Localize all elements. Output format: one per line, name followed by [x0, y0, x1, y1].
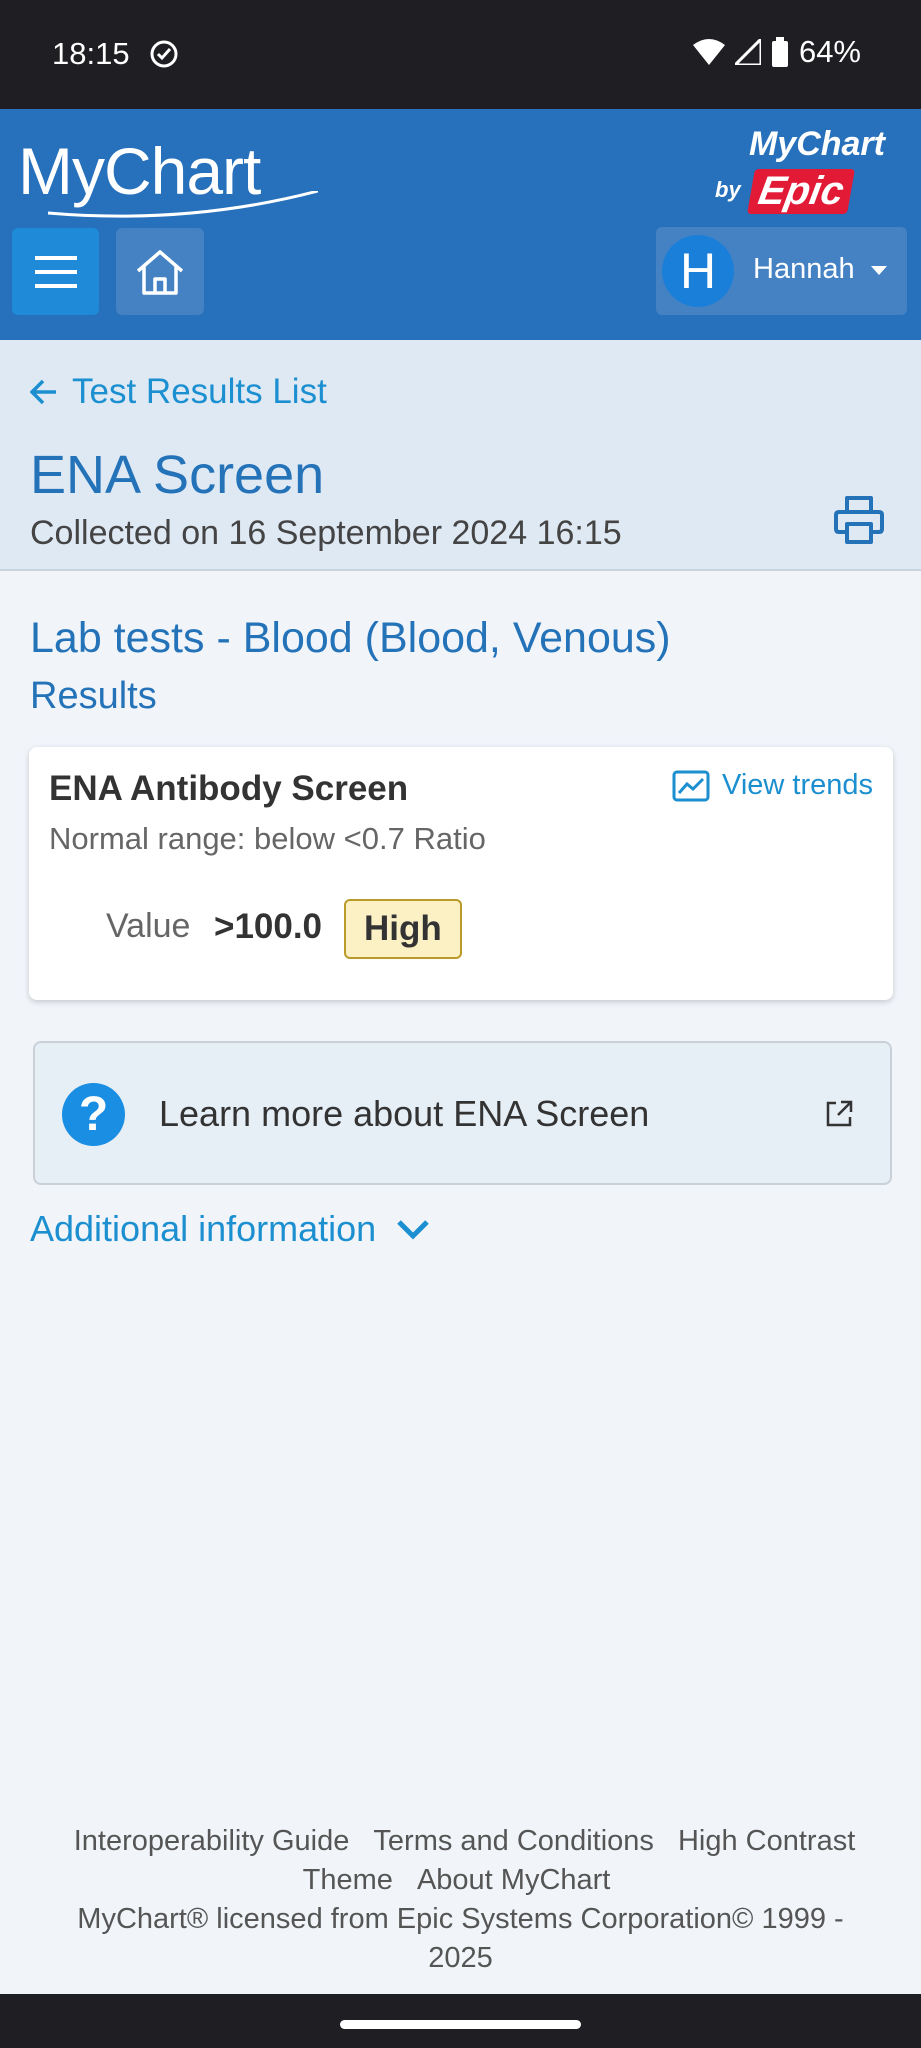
signal-icon — [734, 39, 761, 65]
footer-link-terms[interactable]: Terms and Conditions — [373, 1825, 653, 1857]
trend-chart-icon — [672, 770, 710, 801]
back-link[interactable]: Test Results List — [30, 372, 327, 412]
home-gesture-bar[interactable] — [340, 2020, 581, 2029]
license-text: MyChart® licensed from Epic Systems Corp… — [77, 1903, 844, 1974]
app-header: MyChart MyChart by Epic H Hannah — [0, 109, 921, 340]
footer-links: Interoperability Guide Terms and Conditi… — [60, 1822, 861, 1900]
learn-more-label: Learn more about ENA Screen — [159, 1093, 650, 1134]
footer: Interoperability Guide Terms and Conditi… — [60, 1822, 861, 1978]
status-badge: High — [344, 899, 462, 959]
result-value: >100.0 — [214, 907, 323, 946]
value-label: Value — [106, 907, 191, 945]
learn-more-link[interactable]: ? Learn more about ENA Screen — [33, 1041, 892, 1185]
page-header: Test Results List ENA Screen Collected o… — [0, 340, 921, 571]
mychart-by-epic-logo: MyChart by Epic — [715, 125, 885, 214]
logo-swoosh — [48, 191, 318, 218]
collected-date: Collected on 16 September 2024 16:15 — [30, 514, 622, 552]
footer-link-about[interactable]: About MyChart — [417, 1864, 610, 1896]
menu-button[interactable] — [12, 228, 99, 315]
additional-information-toggle[interactable]: Additional information — [30, 1208, 430, 1250]
normal-range: Normal range: below <0.7 Ratio — [49, 821, 486, 856]
additional-information-label: Additional information — [30, 1208, 377, 1249]
view-trends-label: View trends — [722, 769, 873, 801]
hamburger-icon — [34, 255, 77, 288]
battery-level: 64% — [798, 34, 861, 69]
home-button[interactable] — [116, 228, 204, 315]
avatar: H — [662, 235, 734, 307]
back-link-label: Test Results List — [72, 372, 327, 411]
home-icon — [136, 249, 184, 295]
chevron-down-icon — [397, 1220, 429, 1240]
user-name: Hannah — [753, 253, 855, 285]
section-subtitle: Results — [30, 675, 157, 717]
status-bar: 18:15 64% — [0, 0, 921, 109]
external-link-icon — [826, 1100, 853, 1127]
section-title: Lab tests - Blood (Blood, Venous) — [30, 614, 671, 662]
question-icon: ? — [62, 1083, 125, 1146]
arrow-left-icon — [30, 379, 56, 405]
test-name: ENA Antibody Screen — [49, 769, 409, 808]
battery-icon — [771, 37, 788, 67]
view-trends-link[interactable]: View trends — [672, 769, 873, 802]
mychart-logo[interactable]: MyChart — [18, 133, 318, 218]
chevron-down-icon — [871, 266, 887, 275]
page-title: ENA Screen — [30, 445, 325, 505]
footer-link-interoperability[interactable]: Interoperability Guide — [74, 1825, 350, 1857]
result-card: ENA Antibody Screen View trends Normal r… — [29, 747, 893, 1000]
check-circle-icon — [150, 40, 178, 68]
status-time: 18:15 — [52, 36, 130, 71]
wifi-icon — [692, 39, 725, 65]
print-icon[interactable] — [833, 494, 885, 546]
user-menu[interactable]: H Hannah — [656, 227, 907, 315]
system-navigation-bar — [0, 1994, 921, 2048]
status-indicators: 64% — [692, 34, 861, 70]
